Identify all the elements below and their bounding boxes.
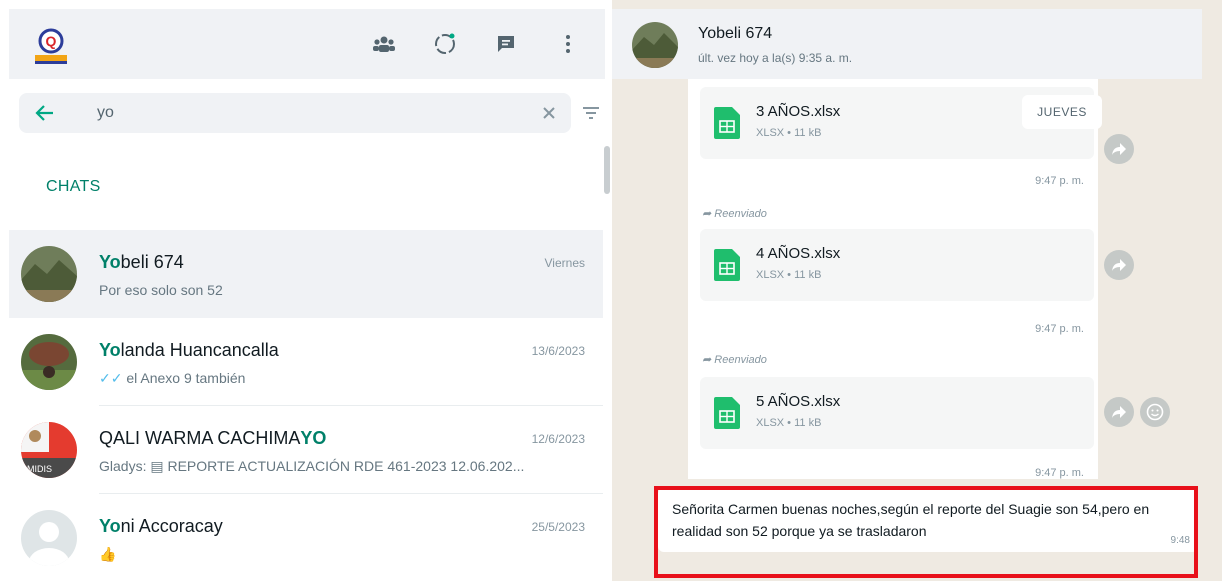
chat-item-yobeli[interactable]: Yobeli 674 Por eso solo son 52 Viernes — [9, 230, 603, 318]
default-avatar-icon — [21, 510, 77, 566]
avatar: MIDIS — [21, 422, 77, 478]
chat-item-qali-warma[interactable]: MIDIS QALI WARMA CACHIMAYO Gladys: ▤ REP… — [9, 406, 603, 494]
search-input[interactable] — [97, 101, 497, 125]
file-attachment[interactable]: 4 AÑOS.xlsx XLSX • 11 kB — [700, 229, 1094, 301]
message-time: 9:47 p. m. — [1035, 175, 1084, 187]
chat-name: Yobeli 674 — [99, 252, 184, 272]
excel-file-icon — [714, 249, 740, 281]
avatar — [21, 334, 77, 390]
sidebar-header: Q — [9, 9, 605, 79]
forward-icon[interactable] — [1104, 250, 1134, 280]
message-time: 9:47 p. m. — [1035, 323, 1084, 335]
menu-icon[interactable] — [555, 31, 581, 57]
svg-text:Q: Q — [46, 33, 57, 49]
new-chat-icon[interactable] — [493, 31, 519, 57]
file-attachment[interactable]: 5 AÑOS.xlsx XLSX • 11 kB — [700, 377, 1094, 449]
forwarded-label: ➦ Reenviado — [702, 354, 767, 366]
chat-date: 12/6/2023 — [531, 432, 585, 446]
back-arrow-icon[interactable] — [33, 101, 57, 125]
clear-search-icon[interactable] — [539, 103, 559, 123]
chat-date: 25/5/2023 — [531, 520, 585, 534]
filter-icon[interactable] — [581, 105, 601, 125]
file-meta: XLSX • 11 kB — [756, 127, 822, 139]
chat-name: Yolanda Huancancalla — [99, 340, 279, 360]
communities-icon[interactable] — [371, 31, 397, 57]
chat-date: 13/6/2023 — [531, 344, 585, 358]
chat-item-yoni[interactable]: Yoni Accoracay 👍 25/5/2023 — [9, 494, 603, 581]
forwarded-label: ➦ Reenviado — [702, 208, 767, 220]
chats-section-label: CHATS — [46, 178, 101, 195]
conversation-header[interactable]: Yobeli 674 últ. vez hoy a la(s) 9:35 a. … — [612, 9, 1202, 79]
chat-name: Yoni Accoracay — [99, 516, 223, 536]
contact-avatar[interactable] — [632, 22, 678, 68]
search-box — [19, 93, 571, 133]
excel-file-icon — [714, 397, 740, 429]
contact-status: últ. vez hoy a la(s) 9:35 a. m. — [698, 51, 853, 65]
chat-list-panel: Q CHA — [0, 0, 612, 581]
chat-preview: ✓✓ el Anexo 9 también — [99, 370, 246, 386]
profile-logo[interactable]: Q — [29, 23, 73, 67]
chat-preview: Gladys: ▤ REPORTE ACTUALIZACIÓN RDE 461-… — [99, 458, 525, 474]
svg-text:MIDIS: MIDIS — [27, 464, 52, 474]
file-name: 4 AÑOS.xlsx — [756, 245, 841, 262]
file-meta: XLSX • 11 kB — [756, 417, 822, 429]
chat-item-yolanda[interactable]: Yolanda Huancancalla ✓✓ el Anexo 9 tambi… — [9, 318, 603, 406]
message-time: 9:47 p. m. — [1035, 467, 1084, 479]
highlight-annotation — [654, 486, 1198, 578]
chat-preview: Por eso solo son 52 — [99, 282, 223, 298]
forward-icon[interactable] — [1104, 397, 1134, 427]
chat-date: Viernes — [544, 256, 585, 270]
chat-name: QALI WARMA CACHIMAYO — [99, 428, 327, 448]
file-meta: XLSX • 11 kB — [756, 269, 822, 281]
search-row — [9, 87, 605, 143]
double-check-icon: ✓✓ — [99, 370, 123, 386]
status-icon[interactable] — [432, 31, 458, 57]
contact-name: Yobeli 674 — [698, 25, 773, 42]
forward-icon[interactable] — [1104, 134, 1134, 164]
avatar — [21, 246, 77, 302]
emoji-reaction-icon[interactable] — [1140, 397, 1170, 427]
excel-file-icon — [714, 107, 740, 139]
message-group: 3 AÑOS.xlsx XLSX • 11 kB 9:47 p. m. ➦ Re… — [688, 79, 1098, 479]
chat-preview: 👍 — [99, 546, 117, 562]
day-badge: JUEVES — [1022, 95, 1102, 129]
chat-list-scrollbar[interactable] — [604, 146, 610, 194]
file-name: 5 AÑOS.xlsx — [756, 393, 841, 410]
file-name: 3 AÑOS.xlsx — [756, 103, 841, 120]
